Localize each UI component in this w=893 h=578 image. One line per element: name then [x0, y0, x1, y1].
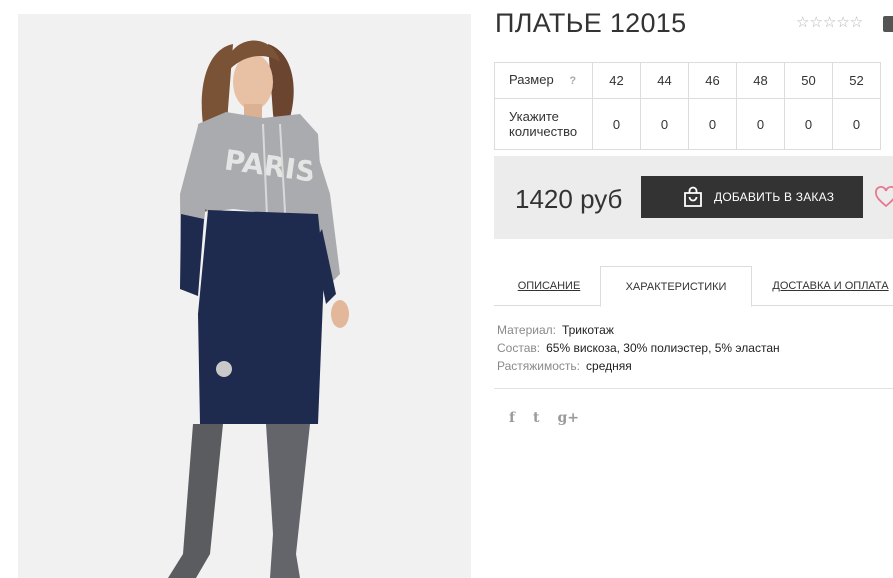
char-composition: Состав: 65% вискоза, 30% полиэстер, 5% эл…	[497, 339, 780, 357]
quantity-label: Укажите количество	[494, 98, 593, 150]
qty-input-48[interactable]: 0	[736, 98, 785, 150]
buy-box: 1420 руб ДОБАВИТЬ В ЗАКАЗ	[494, 156, 893, 239]
qty-input-46[interactable]: 0	[688, 98, 737, 150]
add-to-order-button[interactable]: ДОБАВИТЬ В ЗАКАЗ	[641, 176, 863, 218]
tab-characteristics-label: ХАРАКТЕРИСТИКИ	[625, 280, 727, 293]
char-value: 65% вискоза, 30% полиэстер, 5% эластан	[546, 341, 780, 355]
twitter-icon[interactable]: t	[533, 410, 539, 426]
star-icon: ☆☆☆☆☆	[796, 13, 864, 31]
tab-description-label: ОПИСАНИЕ	[517, 280, 581, 292]
size-46: 46	[688, 62, 737, 99]
size-label-cell: Размер ?	[494, 62, 593, 99]
dress-illustration: PARIS	[18, 14, 471, 578]
tab-description[interactable]: ОПИСАНИЕ	[508, 266, 590, 306]
char-value: средняя	[586, 359, 632, 373]
char-material: Материал: Трикотаж	[497, 321, 780, 339]
shopping-bag-icon	[684, 186, 702, 207]
size-label: Размер	[509, 72, 554, 87]
compare-icon[interactable]	[883, 16, 893, 32]
char-key: Состав:	[497, 341, 541, 355]
char-value: Трикотаж	[561, 323, 614, 337]
tab-characteristics[interactable]: ХАРАКТЕРИСТИКИ	[600, 266, 752, 307]
qty-input-44[interactable]: 0	[640, 98, 689, 150]
char-key: Материал:	[497, 323, 556, 337]
size-row: Размер ? 42 44 46 48 50 52	[494, 62, 881, 99]
tab-delivery-label: ДОСТАВКА И ОПЛАТА	[772, 280, 889, 292]
char-stretch: Растяжимость: средняя	[497, 357, 780, 375]
size-44: 44	[640, 62, 689, 99]
qty-input-42[interactable]: 0	[592, 98, 641, 150]
price: 1420 руб	[515, 184, 623, 214]
product-tabs: ОПИСАНИЕ ХАРАКТЕРИСТИКИ ДОСТАВКА И ОПЛАТ…	[494, 266, 893, 307]
size-quantity-table: Размер ? 42 44 46 48 50 52 Укажите колич…	[494, 62, 881, 150]
social-share: f t g+	[509, 410, 579, 426]
googleplus-icon[interactable]: g+	[558, 410, 580, 426]
facebook-icon[interactable]: f	[509, 410, 515, 426]
size-help-icon[interactable]: ?	[569, 74, 576, 89]
qty-input-50[interactable]: 0	[784, 98, 833, 150]
product-title: ПЛАТЬЕ 12015	[495, 8, 687, 38]
rating-stars[interactable]: ☆☆☆☆☆	[796, 13, 864, 31]
qty-input-52[interactable]: 0	[832, 98, 881, 150]
characteristics-list: Материал: Трикотаж Состав: 65% вискоза, 30…	[497, 321, 780, 375]
size-50: 50	[784, 62, 833, 99]
add-to-order-label: ДОБАВИТЬ В ЗАКАЗ	[714, 190, 835, 204]
size-42: 42	[592, 62, 641, 99]
char-key: Растяжимость:	[497, 359, 581, 373]
divider	[494, 388, 893, 389]
size-52: 52	[832, 62, 881, 99]
product-photo[interactable]: PARIS	[18, 14, 471, 578]
heart-icon[interactable]	[874, 186, 893, 208]
quantity-row: Укажите количество 0 0 0 0 0 0	[494, 98, 881, 150]
size-48: 48	[736, 62, 785, 99]
tab-delivery[interactable]: ДОСТАВКА И ОПЛАТА	[768, 266, 893, 306]
